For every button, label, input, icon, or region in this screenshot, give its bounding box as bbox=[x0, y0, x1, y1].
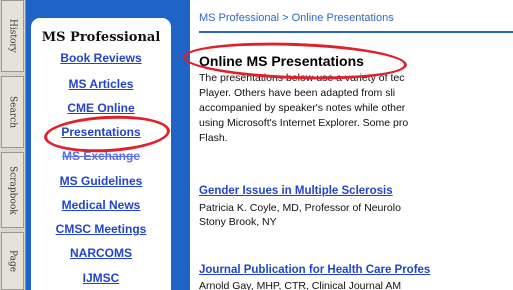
side-tab-page[interactable]: Page bbox=[1, 232, 24, 290]
nav-heading: MS Professional bbox=[41, 30, 161, 45]
presentation-description: Arnold Gay, MHP, CTR, Clinical Journal A… bbox=[199, 279, 513, 290]
nav-link-book-reviews[interactable]: Book Reviews bbox=[31, 51, 171, 65]
nav-link-medical-news[interactable]: Medical News bbox=[31, 198, 171, 212]
nav-link-ms-articles[interactable]: MS Articles bbox=[31, 77, 171, 91]
side-tab-scrapbook[interactable]: Scrapbook bbox=[1, 152, 24, 228]
intro-line: Flash. bbox=[199, 132, 228, 144]
presentation-link-journal-publication[interactable]: Journal Publication for Health Care Prof… bbox=[199, 264, 430, 276]
browser-side-tabs: History Search Scrapbook Page bbox=[0, 0, 26, 290]
intro-line: Player. Others have been adapted from sl… bbox=[199, 87, 396, 99]
intro-paragraph: The presentations below use a variety of… bbox=[199, 71, 513, 146]
nav-link-narcoms[interactable]: NARCOMS bbox=[31, 246, 171, 260]
presentation-location: Stony Brook, NY bbox=[199, 216, 277, 228]
nav-link-cmsc-meetings[interactable]: CMSC Meetings bbox=[31, 222, 171, 236]
presentation-link-gender-issues[interactable]: Gender Issues in Multiple Sclerosis bbox=[199, 185, 393, 197]
nav-link-ijmsc[interactable]: IJMSC bbox=[31, 271, 171, 285]
breadcrumb[interactable]: MS Professional > Online Presentations bbox=[199, 12, 394, 24]
intro-line: using Microsoft's Internet Explorer. Som… bbox=[199, 117, 409, 129]
nav-link-cme-online[interactable]: CME Online bbox=[31, 101, 171, 115]
side-tab-label: Scrapbook bbox=[7, 165, 18, 215]
intro-line: accompanied by speaker's notes while oth… bbox=[199, 102, 406, 114]
left-navigation: MS Professional Book Reviews MS Articles… bbox=[31, 18, 171, 290]
side-tab-label: Search bbox=[7, 96, 18, 128]
side-tab-label: History bbox=[7, 19, 18, 53]
side-tab-label: Page bbox=[7, 249, 18, 273]
presentation-author: Patricia K. Coyle, MD, Professor of Neur… bbox=[199, 202, 401, 214]
presentation-description: Patricia K. Coyle, MD, Professor of Neur… bbox=[199, 201, 513, 229]
nav-link-ms-guidelines[interactable]: MS Guidelines bbox=[31, 174, 171, 188]
side-tab-search[interactable]: Search bbox=[1, 76, 24, 148]
header-divider bbox=[199, 31, 513, 33]
presentation-author: Arnold Gay, MHP, CTR, Clinical Journal A… bbox=[199, 280, 402, 290]
side-tab-history[interactable]: History bbox=[1, 0, 24, 72]
